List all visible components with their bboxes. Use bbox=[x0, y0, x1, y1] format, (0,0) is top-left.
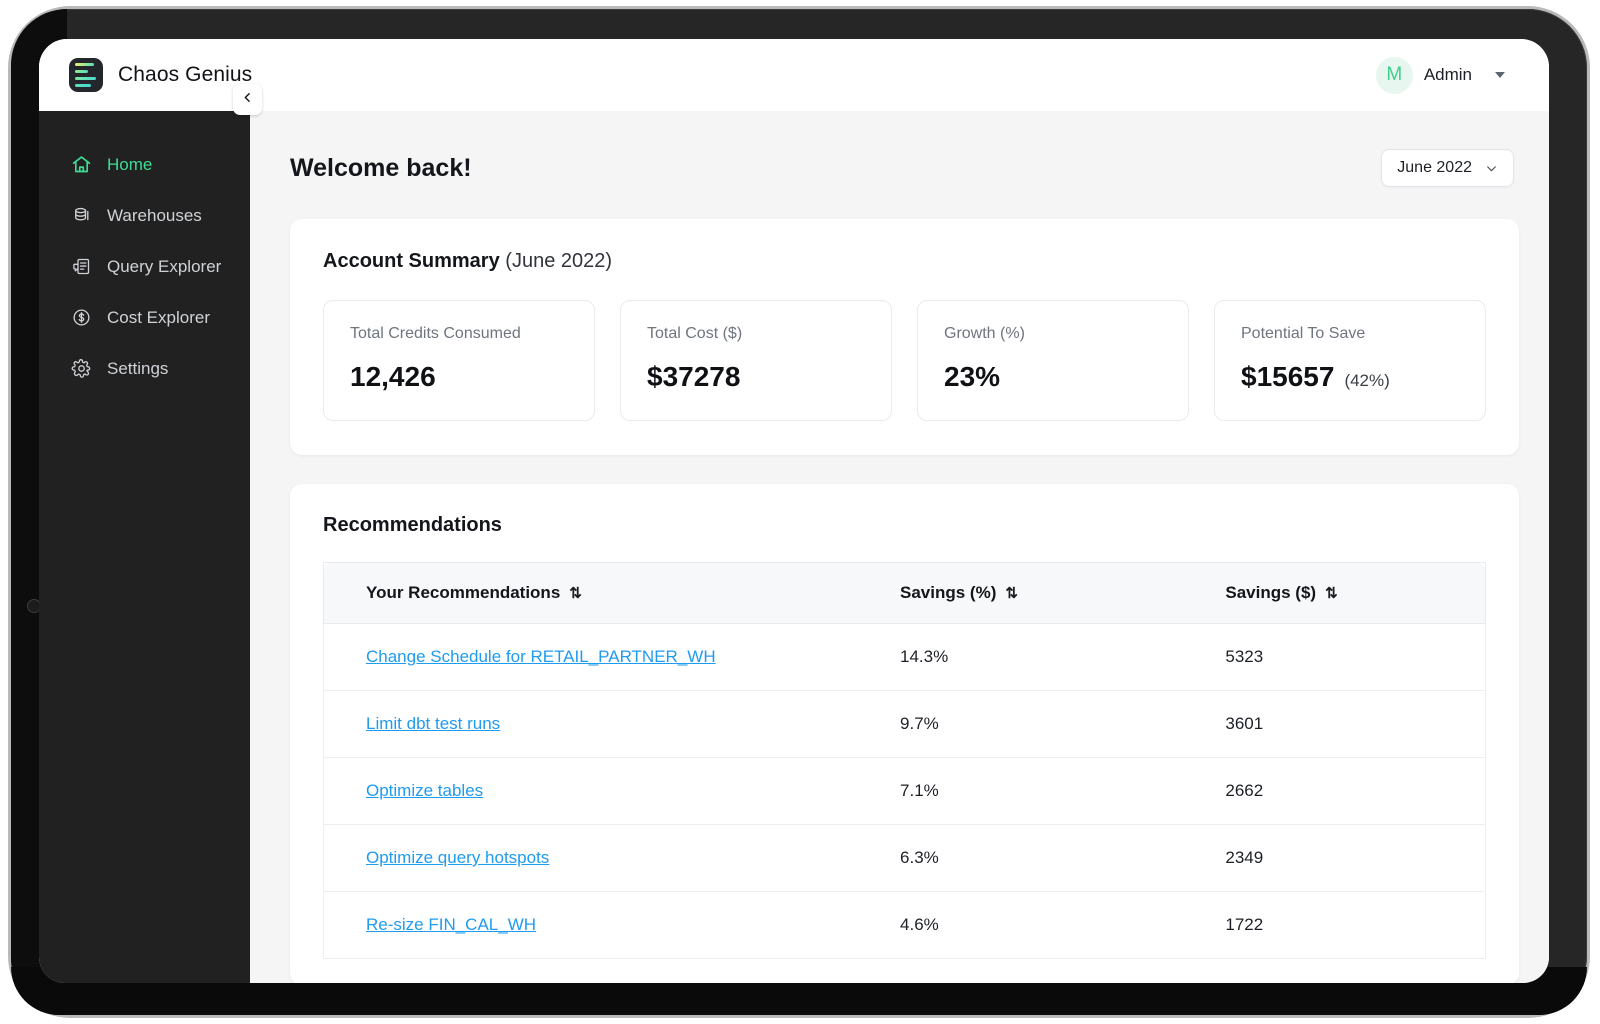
account-summary-title-text: Account Summary bbox=[323, 250, 500, 272]
stats-row: Total Credits Consumed 12,426 Total Cost… bbox=[323, 300, 1486, 421]
cell-savings-dollar: 5323 bbox=[1183, 624, 1485, 691]
stat-label: Growth (%) bbox=[944, 325, 1162, 343]
sidebar-item-query-explorer[interactable]: Query Explorer bbox=[39, 241, 250, 292]
chevron-down-icon bbox=[1485, 162, 1498, 175]
dollar-circle-icon bbox=[71, 307, 92, 328]
user-menu[interactable]: M Admin bbox=[1376, 57, 1519, 94]
stat-value-wrap: 12,426 bbox=[350, 361, 568, 393]
recommendation-link[interactable]: Optimize tables bbox=[366, 781, 483, 800]
month-picker-value: June 2022 bbox=[1397, 159, 1472, 177]
column-header-recommendations[interactable]: Your Recommendations ⇅ bbox=[324, 563, 859, 624]
recommendation-link[interactable]: Change Schedule for RETAIL_PARTNER_WH bbox=[366, 647, 716, 666]
sort-updown-icon[interactable]: ⇅ bbox=[569, 584, 581, 602]
stat-value-wrap: $37278 bbox=[647, 361, 865, 393]
page-title: Welcome back! bbox=[290, 154, 472, 183]
stat-card-total-cost: Total Cost ($) $37278 bbox=[620, 300, 892, 421]
stat-value: $15657 bbox=[1241, 361, 1334, 393]
home-icon bbox=[71, 154, 92, 175]
device-bezel: Chaos Genius M Admin Home bbox=[11, 9, 1587, 1015]
recommendations-title: Recommendations bbox=[323, 514, 1486, 537]
gear-icon bbox=[71, 358, 92, 379]
stat-label: Total Credits Consumed bbox=[350, 325, 568, 343]
recommendation-link[interactable]: Optimize query hotspots bbox=[366, 848, 549, 867]
query-window-icon bbox=[71, 256, 92, 277]
main-header: Welcome back! June 2022 bbox=[290, 149, 1519, 187]
cell-savings-dollar: 2349 bbox=[1183, 825, 1485, 892]
column-header-label: Your Recommendations bbox=[366, 583, 560, 603]
cell-recommendation: Optimize query hotspots bbox=[324, 825, 859, 892]
cell-recommendation: Change Schedule for RETAIL_PARTNER_WH bbox=[324, 624, 859, 691]
sidebar-item-label: Cost Explorer bbox=[107, 308, 210, 328]
stat-sub: (42%) bbox=[1344, 371, 1389, 391]
table-header-row: Your Recommendations ⇅ Savings (%) ⇅ bbox=[324, 563, 1486, 624]
stat-value: 12,426 bbox=[350, 361, 436, 393]
cell-recommendation: Limit dbt test runs bbox=[324, 691, 859, 758]
sidebar-item-label: Query Explorer bbox=[107, 257, 221, 277]
top-bar: Chaos Genius M Admin bbox=[39, 39, 1549, 111]
sort-updown-icon[interactable]: ⇅ bbox=[1325, 584, 1337, 602]
recommendations-card: Recommendations Your Recommendations ⇅ bbox=[290, 484, 1519, 983]
sidebar-collapse-button[interactable] bbox=[233, 84, 262, 115]
stat-card-total-credits: Total Credits Consumed 12,426 bbox=[323, 300, 595, 421]
table-body: Change Schedule for RETAIL_PARTNER_WH 14… bbox=[324, 624, 1486, 959]
cell-savings-pct: 9.7% bbox=[858, 691, 1183, 758]
tablet-device-frame: Chaos Genius M Admin Home bbox=[8, 6, 1590, 1018]
brand-name: Chaos Genius bbox=[118, 63, 252, 87]
column-header-savings-dollar[interactable]: Savings ($) ⇅ bbox=[1183, 563, 1485, 624]
stat-label: Total Cost ($) bbox=[647, 325, 865, 343]
sidebar-item-label: Warehouses bbox=[107, 206, 202, 226]
sidebar-item-cost-explorer[interactable]: Cost Explorer bbox=[39, 292, 250, 343]
database-stack-icon bbox=[71, 205, 92, 226]
stat-value-wrap: 23% bbox=[944, 361, 1162, 393]
sort-updown-icon[interactable]: ⇅ bbox=[1005, 584, 1017, 602]
sidebar: Home Warehouses bbox=[39, 111, 250, 983]
recommendations-table: Your Recommendations ⇅ Savings (%) ⇅ bbox=[323, 562, 1486, 959]
table-row[interactable]: Re-size FIN_CAL_WH 4.6% 1722 bbox=[324, 892, 1486, 959]
sidebar-item-home[interactable]: Home bbox=[39, 139, 250, 190]
cell-recommendation: Optimize tables bbox=[324, 758, 859, 825]
stat-value: $37278 bbox=[647, 361, 740, 393]
table-header: Your Recommendations ⇅ Savings (%) ⇅ bbox=[324, 563, 1486, 624]
column-header-savings-pct[interactable]: Savings (%) ⇅ bbox=[858, 563, 1183, 624]
sidebar-item-label: Settings bbox=[107, 359, 168, 379]
column-header-label: Savings ($) bbox=[1225, 583, 1316, 603]
stat-value: 23% bbox=[944, 361, 1000, 393]
cell-savings-pct: 6.3% bbox=[858, 825, 1183, 892]
caret-down-icon[interactable] bbox=[1495, 72, 1505, 78]
stat-value-wrap: $15657 (42%) bbox=[1241, 361, 1459, 393]
month-picker[interactable]: June 2022 bbox=[1381, 149, 1514, 187]
chaos-genius-logo-icon bbox=[69, 58, 103, 92]
recommendation-link[interactable]: Re-size FIN_CAL_WH bbox=[366, 915, 536, 934]
table-row[interactable]: Optimize tables 7.1% 2662 bbox=[324, 758, 1486, 825]
column-header-label: Savings (%) bbox=[900, 583, 996, 603]
stat-label: Potential To Save bbox=[1241, 325, 1459, 343]
cell-savings-pct: 14.3% bbox=[858, 624, 1183, 691]
brand[interactable]: Chaos Genius bbox=[69, 58, 252, 92]
cell-savings-dollar: 2662 bbox=[1183, 758, 1485, 825]
user-name: Admin bbox=[1424, 65, 1472, 85]
account-summary-period: (June 2022) bbox=[505, 250, 612, 272]
sidebar-item-warehouses[interactable]: Warehouses bbox=[39, 190, 250, 241]
main-content: Welcome back! June 2022 Account Summary bbox=[250, 111, 1549, 983]
app-screen: Chaos Genius M Admin Home bbox=[39, 39, 1549, 983]
table-row[interactable]: Change Schedule for RETAIL_PARTNER_WH 14… bbox=[324, 624, 1486, 691]
account-summary-card: Account Summary (June 2022) Total Credit… bbox=[290, 219, 1519, 455]
cell-savings-dollar: 1722 bbox=[1183, 892, 1485, 959]
cell-recommendation: Re-size FIN_CAL_WH bbox=[324, 892, 859, 959]
stat-card-potential-to-save: Potential To Save $15657 (42%) bbox=[1214, 300, 1486, 421]
sidebar-item-settings[interactable]: Settings bbox=[39, 343, 250, 394]
cell-savings-pct: 7.1% bbox=[858, 758, 1183, 825]
recommendation-link[interactable]: Limit dbt test runs bbox=[366, 714, 500, 733]
table-row[interactable]: Limit dbt test runs 9.7% 3601 bbox=[324, 691, 1486, 758]
table-row[interactable]: Optimize query hotspots 6.3% 2349 bbox=[324, 825, 1486, 892]
avatar: M bbox=[1376, 57, 1413, 94]
cell-savings-dollar: 3601 bbox=[1183, 691, 1485, 758]
sidebar-item-label: Home bbox=[107, 155, 152, 175]
chevron-left-icon bbox=[241, 91, 254, 109]
account-summary-title: Account Summary (June 2022) bbox=[323, 250, 1486, 273]
stat-card-growth: Growth (%) 23% bbox=[917, 300, 1189, 421]
cell-savings-pct: 4.6% bbox=[858, 892, 1183, 959]
